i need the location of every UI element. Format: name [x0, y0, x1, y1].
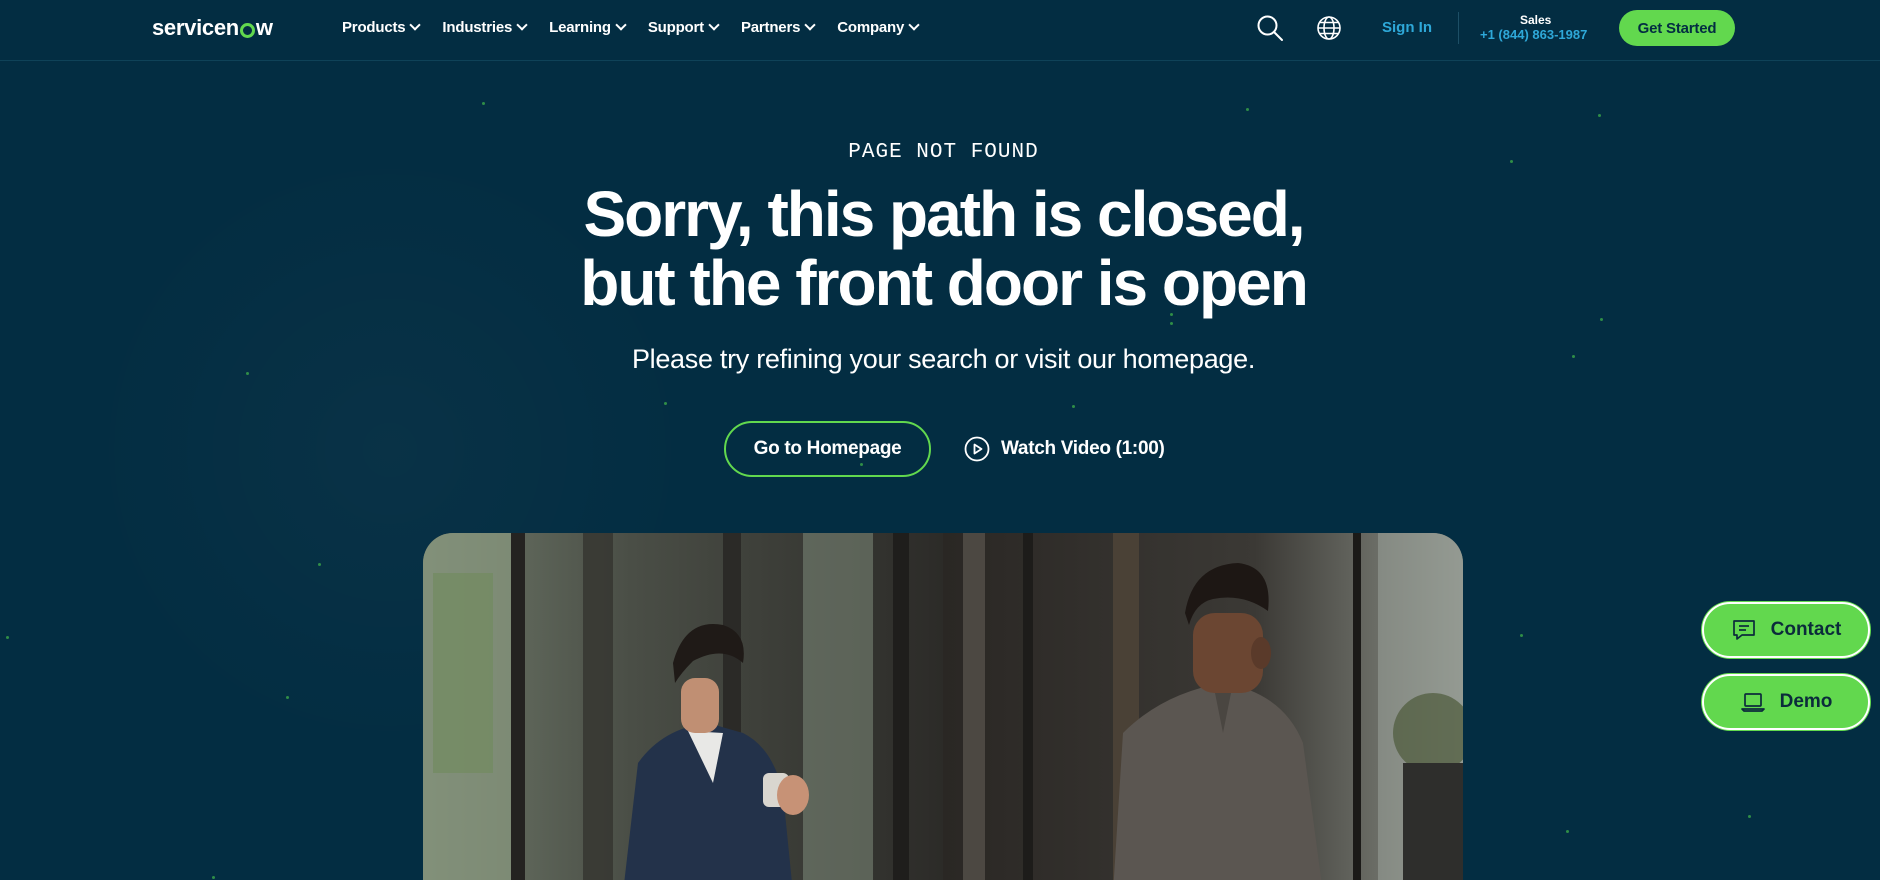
background-dot — [212, 876, 215, 879]
chat-icon — [1732, 620, 1755, 640]
background-dot — [482, 102, 485, 105]
logo-o-mark — [239, 22, 255, 38]
contact-label: Contact — [1770, 619, 1842, 640]
contact-button[interactable]: Contact — [1702, 602, 1870, 658]
chevron-down-icon — [516, 18, 528, 31]
search-icon[interactable] — [1256, 14, 1284, 42]
hero-video-still[interactable] — [423, 533, 1463, 880]
background-dot — [1520, 634, 1523, 637]
nav-item-products[interactable]: Products — [342, 18, 422, 36]
chevron-down-icon — [908, 18, 920, 31]
site-header: servicen w Products Industries Learning S… — [0, 0, 1880, 61]
logo-text-start: servicen — [152, 15, 239, 40]
background-dot — [1072, 405, 1075, 408]
nav-item-label: Industries — [442, 19, 513, 36]
background-dot — [1566, 830, 1569, 833]
play-circle-icon — [964, 436, 990, 462]
main-nav: Products Industries Learning Support Par… — [342, 18, 920, 36]
demo-label: Demo — [1779, 691, 1833, 712]
background-dot — [664, 402, 667, 405]
watch-video-button[interactable]: Watch Video (1:00) — [964, 436, 1165, 462]
nav-item-label: Products — [342, 19, 406, 36]
page-subtext: Please try refining your search or visit… — [631, 344, 1256, 374]
laptop-icon — [1740, 693, 1765, 712]
headline-line-1: Sorry, this path is closed, — [583, 178, 1305, 250]
page-not-found-label: PAGE NOT FOUND — [848, 141, 1039, 164]
sign-in-link[interactable]: Sign In — [1382, 19, 1432, 36]
watch-video-label: Watch Video (1:00) — [1001, 438, 1165, 459]
go-to-homepage-button[interactable]: Go to Homepage — [724, 421, 931, 477]
background-dot — [318, 563, 321, 566]
chevron-down-icon — [409, 18, 422, 31]
nav-item-partners[interactable]: Partners — [740, 18, 816, 36]
headline-line-2: but the front door is open — [580, 247, 1309, 319]
nav-item-label: Company — [837, 19, 905, 36]
nav-item-label: Support — [647, 19, 704, 36]
background-dot — [1170, 322, 1173, 325]
chevron-down-icon — [708, 18, 720, 31]
background-dot — [1600, 318, 1603, 321]
nav-item-learning[interactable]: Learning — [549, 18, 627, 36]
chevron-down-icon — [615, 18, 627, 31]
video-illustration — [423, 533, 1463, 880]
logo-text-end: w — [255, 15, 273, 40]
background-dot — [1748, 815, 1751, 818]
nav-item-label: Partners — [740, 19, 801, 36]
chevron-down-icon — [804, 18, 816, 31]
header-divider — [1458, 12, 1459, 44]
servicenow-logo[interactable]: servicen w — [152, 15, 273, 41]
nav-item-company[interactable]: Company — [837, 18, 920, 36]
nav-item-label: Learning — [549, 19, 611, 36]
sales-phone-link[interactable]: +1 (844) 863-1987 — [1480, 27, 1587, 42]
get-started-button[interactable]: Get Started — [1619, 10, 1735, 46]
background-dot — [1598, 114, 1601, 117]
nav-item-industries[interactable]: Industries — [442, 18, 528, 36]
background-dot — [6, 636, 9, 639]
background-dot — [1246, 108, 1249, 111]
background-dot — [286, 696, 289, 699]
demo-button[interactable]: Demo — [1702, 674, 1870, 730]
page-headline: Sorry, this path is closed, but the fron… — [0, 180, 1880, 318]
sales-label: Sales — [1520, 13, 1552, 27]
nav-item-support[interactable]: Support — [647, 18, 720, 36]
globe-icon[interactable] — [1316, 15, 1342, 41]
